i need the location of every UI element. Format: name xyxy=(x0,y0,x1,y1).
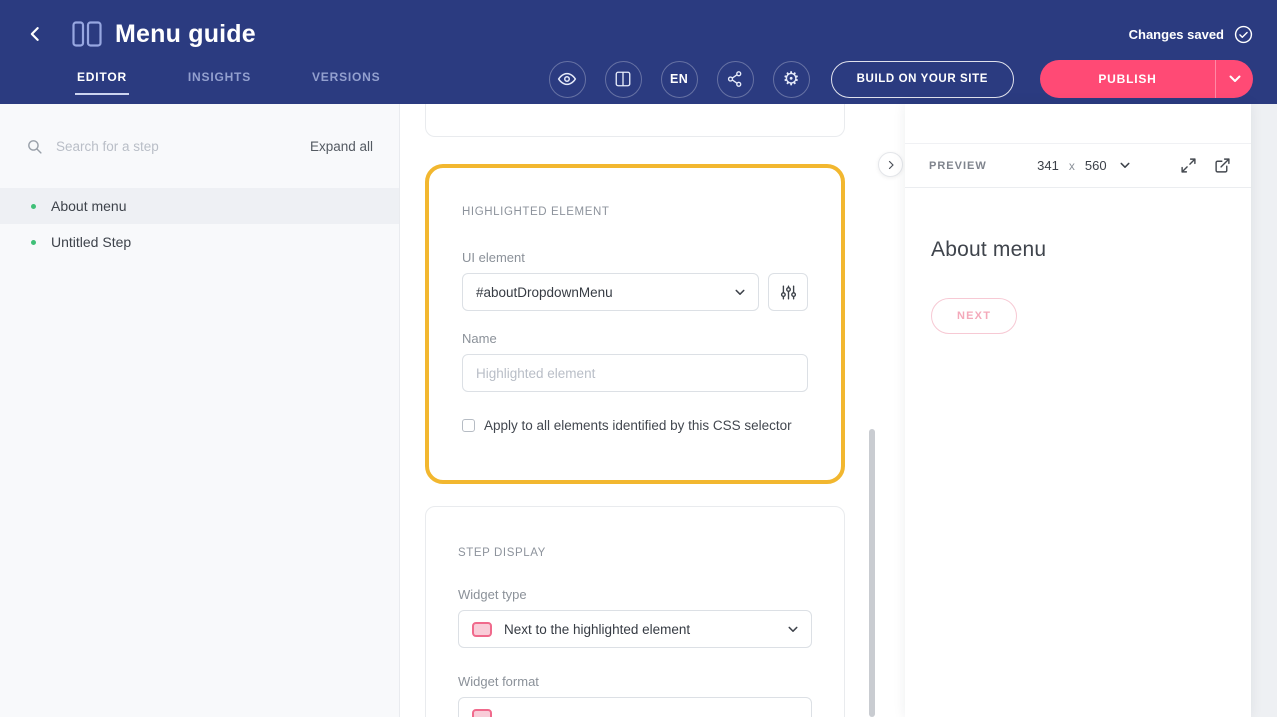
step-editor: HIGHLIGHTED ELEMENT UI element #aboutDro… xyxy=(400,104,905,717)
widget-format-select[interactable] xyxy=(458,697,812,717)
ui-element-select[interactable]: #aboutDropdownMenu xyxy=(462,273,759,311)
topbar: Menu guide Changes saved EDITOR INSIGHTS… xyxy=(0,0,1277,104)
build-on-your-site-button[interactable]: BUILD ON YOUR SITE xyxy=(831,61,1014,98)
preview-width: 341 xyxy=(1037,158,1059,173)
layout-button[interactable] xyxy=(605,61,642,98)
step-status-dot xyxy=(31,240,36,245)
app-logo-icon xyxy=(72,21,102,47)
check-circle-icon xyxy=(1234,25,1253,44)
sliders-icon xyxy=(780,284,797,301)
widget-type-select[interactable]: Next to the highlighted element xyxy=(458,610,812,648)
back-button[interactable] xyxy=(26,23,48,45)
preview-panel: PREVIEW 341 x 560 xyxy=(905,104,1251,717)
widget-tooltip-icon xyxy=(472,709,492,717)
topbar-tabs-row: EDITOR INSIGHTS VERSIONS EN ⚙ xyxy=(0,54,1277,104)
section-title: HIGHLIGHTED ELEMENT xyxy=(462,206,808,218)
publish-dropdown-button[interactable] xyxy=(1215,60,1253,98)
language-label: EN xyxy=(670,72,688,86)
changes-saved-status: Changes saved xyxy=(1129,25,1253,44)
publish-split-button: PUBLISH xyxy=(1040,60,1253,98)
open-in-new-tab-button[interactable] xyxy=(1214,157,1231,174)
preview-size-select[interactable]: 341 x 560 xyxy=(987,158,1180,173)
step-label: About menu xyxy=(51,198,127,214)
chevron-down-icon xyxy=(1229,75,1241,83)
section-title: STEP DISPLAY xyxy=(458,547,812,559)
chevron-down-icon xyxy=(735,289,745,296)
sidebar-search-row: Expand all xyxy=(0,104,399,188)
maximize-icon xyxy=(1180,157,1197,174)
page-title: Menu guide xyxy=(115,20,256,49)
expand-all-link[interactable]: Expand all xyxy=(310,139,373,154)
header-actions: EN ⚙ BUILD ON YOUR SITE PUBLISH xyxy=(549,60,1253,98)
preview-header: PREVIEW 341 x 560 xyxy=(905,143,1251,188)
language-button[interactable]: EN xyxy=(661,61,698,98)
apply-all-checkbox[interactable] xyxy=(462,419,475,432)
previous-card-partial xyxy=(425,104,845,137)
widget-type-value: Next to the highlighted element xyxy=(504,622,776,637)
chevron-down-icon xyxy=(788,626,798,633)
apply-all-label: Apply to all elements identified by this… xyxy=(484,418,792,433)
eye-icon xyxy=(557,69,577,89)
app: Menu guide Changes saved EDITOR INSIGHTS… xyxy=(0,0,1277,717)
preview-eye-button[interactable] xyxy=(549,61,586,98)
highlighted-element-card: HIGHLIGHTED ELEMENT UI element #aboutDro… xyxy=(425,164,845,484)
preview-size-separator: x xyxy=(1069,159,1075,173)
apply-all-row[interactable]: Apply to all elements identified by this… xyxy=(462,418,808,433)
editor-scrollbar[interactable] xyxy=(869,429,875,717)
element-selector-settings-button[interactable] xyxy=(768,273,808,311)
next-button[interactable]: NEXT xyxy=(931,298,1017,334)
step-item-untitled-step[interactable]: Untitled Step xyxy=(0,224,399,260)
editor-cards: HIGHLIGHTED ELEMENT UI element #aboutDro… xyxy=(425,104,845,717)
chevron-down-icon xyxy=(1120,162,1130,169)
widget-format-label: Widget format xyxy=(458,674,812,689)
ui-element-row: #aboutDropdownMenu xyxy=(462,273,808,311)
element-name-input[interactable] xyxy=(462,354,808,392)
settings-button[interactable]: ⚙ xyxy=(773,61,810,98)
layout-panel-icon xyxy=(614,70,632,88)
step-status-dot xyxy=(31,204,36,209)
expand-preview-button[interactable] xyxy=(1180,157,1197,174)
ui-element-label: UI element xyxy=(462,250,808,265)
chevron-right-icon xyxy=(885,159,897,171)
search-input[interactable] xyxy=(54,138,310,155)
share-button[interactable] xyxy=(717,61,754,98)
preview-header-actions xyxy=(1180,157,1231,174)
steps-list: About menu Untitled Step xyxy=(0,188,399,260)
collapse-preview-button[interactable] xyxy=(878,152,903,177)
preview-height: 560 xyxy=(1085,158,1107,173)
step-label: Untitled Step xyxy=(51,234,131,250)
name-label: Name xyxy=(462,331,808,346)
step-item-about-menu[interactable]: About menu xyxy=(0,188,399,224)
gear-icon: ⚙ xyxy=(783,70,800,89)
tab-versions[interactable]: VERSIONS xyxy=(310,64,382,95)
steps-sidebar: Expand all About menu Untitled Step xyxy=(0,104,400,717)
preview-body: About menu NEXT xyxy=(905,188,1251,362)
preview-region: PREVIEW 341 x 560 xyxy=(905,104,1277,717)
topbar-title-row: Menu guide Changes saved xyxy=(0,0,1277,54)
preview-step-title: About menu xyxy=(931,238,1225,262)
tab-editor[interactable]: EDITOR xyxy=(75,64,129,95)
widget-type-label: Widget type xyxy=(458,587,812,602)
body-row: Expand all About menu Untitled Step HIGH… xyxy=(0,104,1277,717)
ui-element-value: #aboutDropdownMenu xyxy=(476,285,735,300)
preview-title: PREVIEW xyxy=(929,160,987,172)
tab-insights[interactable]: INSIGHTS xyxy=(186,64,253,95)
search-icon xyxy=(26,138,43,155)
publish-button[interactable]: PUBLISH xyxy=(1040,60,1215,98)
step-display-card: STEP DISPLAY Widget type Next to the hig… xyxy=(425,506,845,717)
editor-tabs: EDITOR INSIGHTS VERSIONS xyxy=(75,54,382,104)
chevron-left-icon xyxy=(26,24,46,44)
widget-tooltip-icon xyxy=(472,622,492,637)
changes-saved-label: Changes saved xyxy=(1129,27,1224,42)
share-icon xyxy=(726,70,744,88)
external-link-icon xyxy=(1214,157,1231,174)
